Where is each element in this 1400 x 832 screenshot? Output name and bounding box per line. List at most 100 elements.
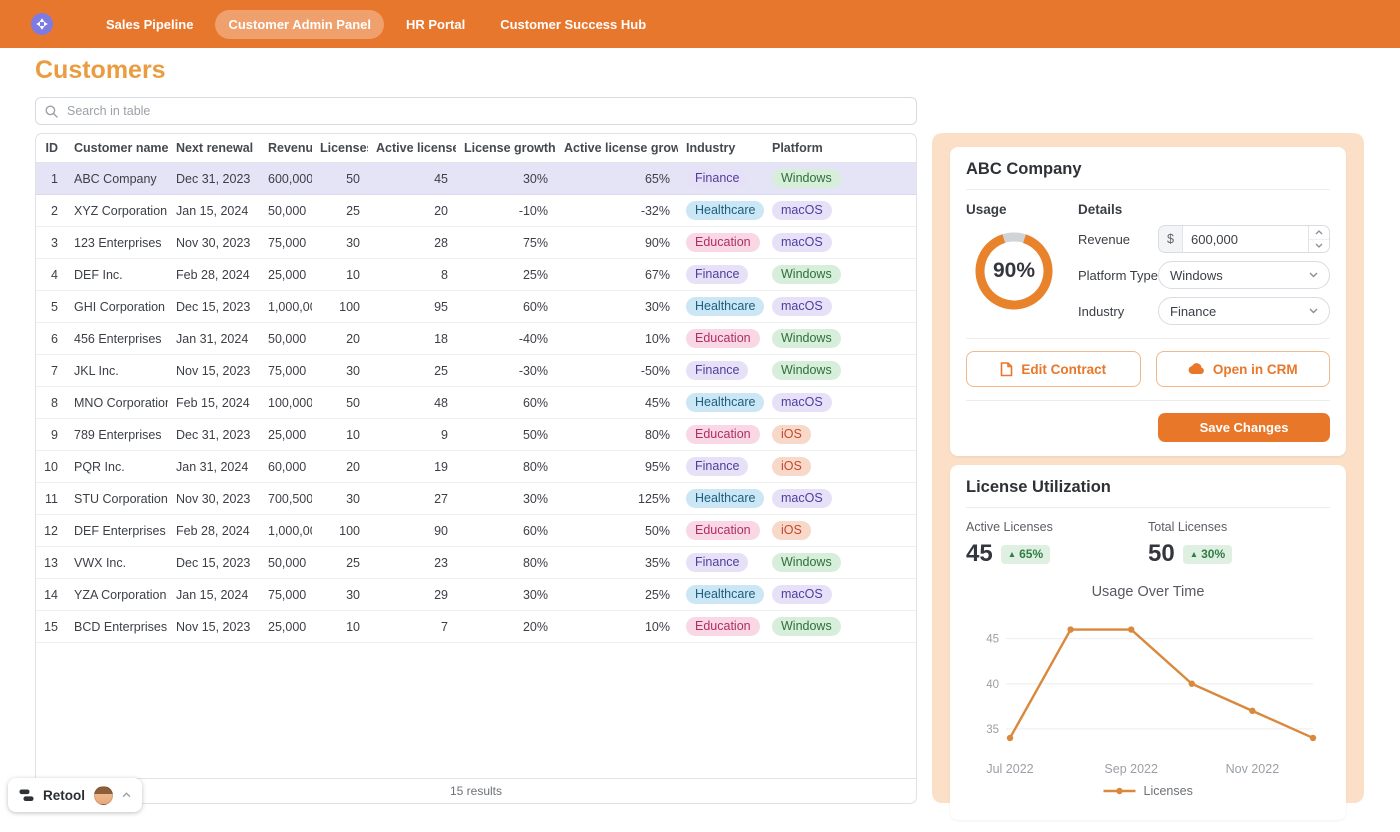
stepper-down-icon[interactable]: [1309, 240, 1329, 253]
cell-customer-name[interactable]: 123 Enterprises: [66, 227, 168, 259]
cell-customer-name[interactable]: ABC Company: [66, 163, 168, 195]
column-header-revenue[interactable]: Revenue: [260, 134, 312, 163]
cell-active-license-growth[interactable]: 10%: [556, 611, 678, 643]
chevron-up-icon[interactable]: [122, 792, 131, 798]
table-row[interactable]: 11STU CorporationNov 30, 2023700,5003027…: [36, 483, 916, 515]
cell-id[interactable]: 3: [36, 227, 66, 259]
table-row[interactable]: 5GHI CorporationDec 15, 20231,000,000100…: [36, 291, 916, 323]
nav-tab-hr-portal[interactable]: HR Portal: [393, 10, 478, 39]
cell-next-renewal[interactable]: Feb 28, 2024: [168, 259, 260, 291]
cell-id[interactable]: 2: [36, 195, 66, 227]
table-row[interactable]: 1ABC CompanyDec 31, 2023600,000504530%65…: [36, 163, 916, 195]
cell-license-growth[interactable]: 30%: [456, 163, 556, 195]
cell-platform[interactable]: iOS: [764, 451, 916, 483]
cell-active-licenses[interactable]: 23: [368, 547, 456, 579]
column-header-licenses[interactable]: Licenses: [312, 134, 368, 163]
cell-revenue[interactable]: 50,000: [260, 547, 312, 579]
cell-platform[interactable]: Windows: [764, 323, 916, 355]
cell-platform[interactable]: macOS: [764, 227, 916, 259]
cell-licenses[interactable]: 10: [312, 611, 368, 643]
cell-active-licenses[interactable]: 45: [368, 163, 456, 195]
cell-licenses[interactable]: 30: [312, 355, 368, 387]
cell-active-licenses[interactable]: 29: [368, 579, 456, 611]
table-row[interactable]: 13VWX Inc.Dec 15, 202350,000252380%35%Fi…: [36, 547, 916, 579]
cell-revenue[interactable]: 75,000: [260, 355, 312, 387]
cell-active-licenses[interactable]: 7: [368, 611, 456, 643]
cell-licenses[interactable]: 50: [312, 387, 368, 419]
cell-customer-name[interactable]: BCD Enterprises: [66, 611, 168, 643]
table-search[interactable]: [35, 97, 917, 125]
cell-platform[interactable]: macOS: [764, 387, 916, 419]
cell-revenue[interactable]: 75,000: [260, 579, 312, 611]
cell-revenue[interactable]: 75,000: [260, 227, 312, 259]
cell-customer-name[interactable]: 456 Enterprises: [66, 323, 168, 355]
cell-next-renewal[interactable]: Jan 15, 2024: [168, 195, 260, 227]
cell-customer-name[interactable]: DEF Inc.: [66, 259, 168, 291]
nav-tab-sales-pipeline[interactable]: Sales Pipeline: [93, 10, 206, 39]
column-header-platform[interactable]: Platform: [764, 134, 916, 163]
cell-industry[interactable]: Education: [678, 323, 764, 355]
column-header-license-growth[interactable]: License growth: [456, 134, 556, 163]
cell-active-license-growth[interactable]: 90%: [556, 227, 678, 259]
cell-next-renewal[interactable]: Nov 30, 2023: [168, 483, 260, 515]
cell-active-license-growth[interactable]: 67%: [556, 259, 678, 291]
cell-license-growth[interactable]: 30%: [456, 483, 556, 515]
cell-licenses[interactable]: 20: [312, 451, 368, 483]
cell-industry[interactable]: Healthcare: [678, 291, 764, 323]
cell-next-renewal[interactable]: Jan 31, 2024: [168, 323, 260, 355]
cell-id[interactable]: 4: [36, 259, 66, 291]
cell-licenses[interactable]: 10: [312, 259, 368, 291]
nav-tab-customer-admin-panel[interactable]: Customer Admin Panel: [215, 10, 384, 39]
cell-industry[interactable]: Finance: [678, 451, 764, 483]
column-header-next-renewal[interactable]: Next renewal: [168, 134, 260, 163]
cell-license-growth[interactable]: 60%: [456, 291, 556, 323]
cell-next-renewal[interactable]: Dec 15, 2023: [168, 291, 260, 323]
table-row[interactable]: 8MNO CorporationFeb 15, 2024100,00050486…: [36, 387, 916, 419]
cell-platform[interactable]: macOS: [764, 291, 916, 323]
cell-revenue[interactable]: 1,000,000: [260, 515, 312, 547]
cell-license-growth[interactable]: 80%: [456, 451, 556, 483]
cell-next-renewal[interactable]: Feb 15, 2024: [168, 387, 260, 419]
cell-next-renewal[interactable]: Nov 15, 2023: [168, 611, 260, 643]
cell-id[interactable]: 7: [36, 355, 66, 387]
app-logo[interactable]: [31, 13, 53, 35]
table-row[interactable]: 7JKL Inc.Nov 15, 202375,0003025-30%-50%F…: [36, 355, 916, 387]
cell-active-licenses[interactable]: 20: [368, 195, 456, 227]
cell-active-licenses[interactable]: 28: [368, 227, 456, 259]
cell-customer-name[interactable]: DEF Enterprises: [66, 515, 168, 547]
cell-revenue[interactable]: 50,000: [260, 195, 312, 227]
column-header-id[interactable]: ID: [36, 134, 66, 163]
number-stepper[interactable]: [1308, 226, 1329, 252]
cell-active-license-growth[interactable]: 80%: [556, 419, 678, 451]
cell-active-licenses[interactable]: 9: [368, 419, 456, 451]
cell-active-licenses[interactable]: 19: [368, 451, 456, 483]
cell-license-growth[interactable]: 50%: [456, 419, 556, 451]
cell-industry[interactable]: Finance: [678, 355, 764, 387]
column-header-customer-name[interactable]: Customer name: [66, 134, 168, 163]
cell-customer-name[interactable]: MNO Corporation: [66, 387, 168, 419]
table-row[interactable]: 14YZA CorporationJan 15, 202475,00030293…: [36, 579, 916, 611]
cell-active-license-growth[interactable]: 45%: [556, 387, 678, 419]
cell-platform[interactable]: iOS: [764, 515, 916, 547]
cell-next-renewal[interactable]: Nov 15, 2023: [168, 355, 260, 387]
open-in-crm-button[interactable]: Open in CRM: [1156, 351, 1331, 387]
cell-active-license-growth[interactable]: 10%: [556, 323, 678, 355]
cell-id[interactable]: 13: [36, 547, 66, 579]
cell-licenses[interactable]: 30: [312, 483, 368, 515]
cell-license-growth[interactable]: -40%: [456, 323, 556, 355]
cell-industry[interactable]: Healthcare: [678, 483, 764, 515]
table-row[interactable]: 9789 EnterprisesDec 31, 202325,00010950%…: [36, 419, 916, 451]
cell-active-licenses[interactable]: 18: [368, 323, 456, 355]
cell-id[interactable]: 8: [36, 387, 66, 419]
cell-next-renewal[interactable]: Jan 15, 2024: [168, 579, 260, 611]
cell-license-growth[interactable]: 30%: [456, 579, 556, 611]
cell-licenses[interactable]: 30: [312, 579, 368, 611]
cell-platform[interactable]: macOS: [764, 195, 916, 227]
cell-revenue[interactable]: 50,000: [260, 323, 312, 355]
column-header-industry[interactable]: Industry: [678, 134, 764, 163]
cell-next-renewal[interactable]: Dec 31, 2023: [168, 419, 260, 451]
cell-platform[interactable]: macOS: [764, 579, 916, 611]
cell-customer-name[interactable]: YZA Corporation: [66, 579, 168, 611]
cell-industry[interactable]: Education: [678, 227, 764, 259]
cell-customer-name[interactable]: GHI Corporation: [66, 291, 168, 323]
